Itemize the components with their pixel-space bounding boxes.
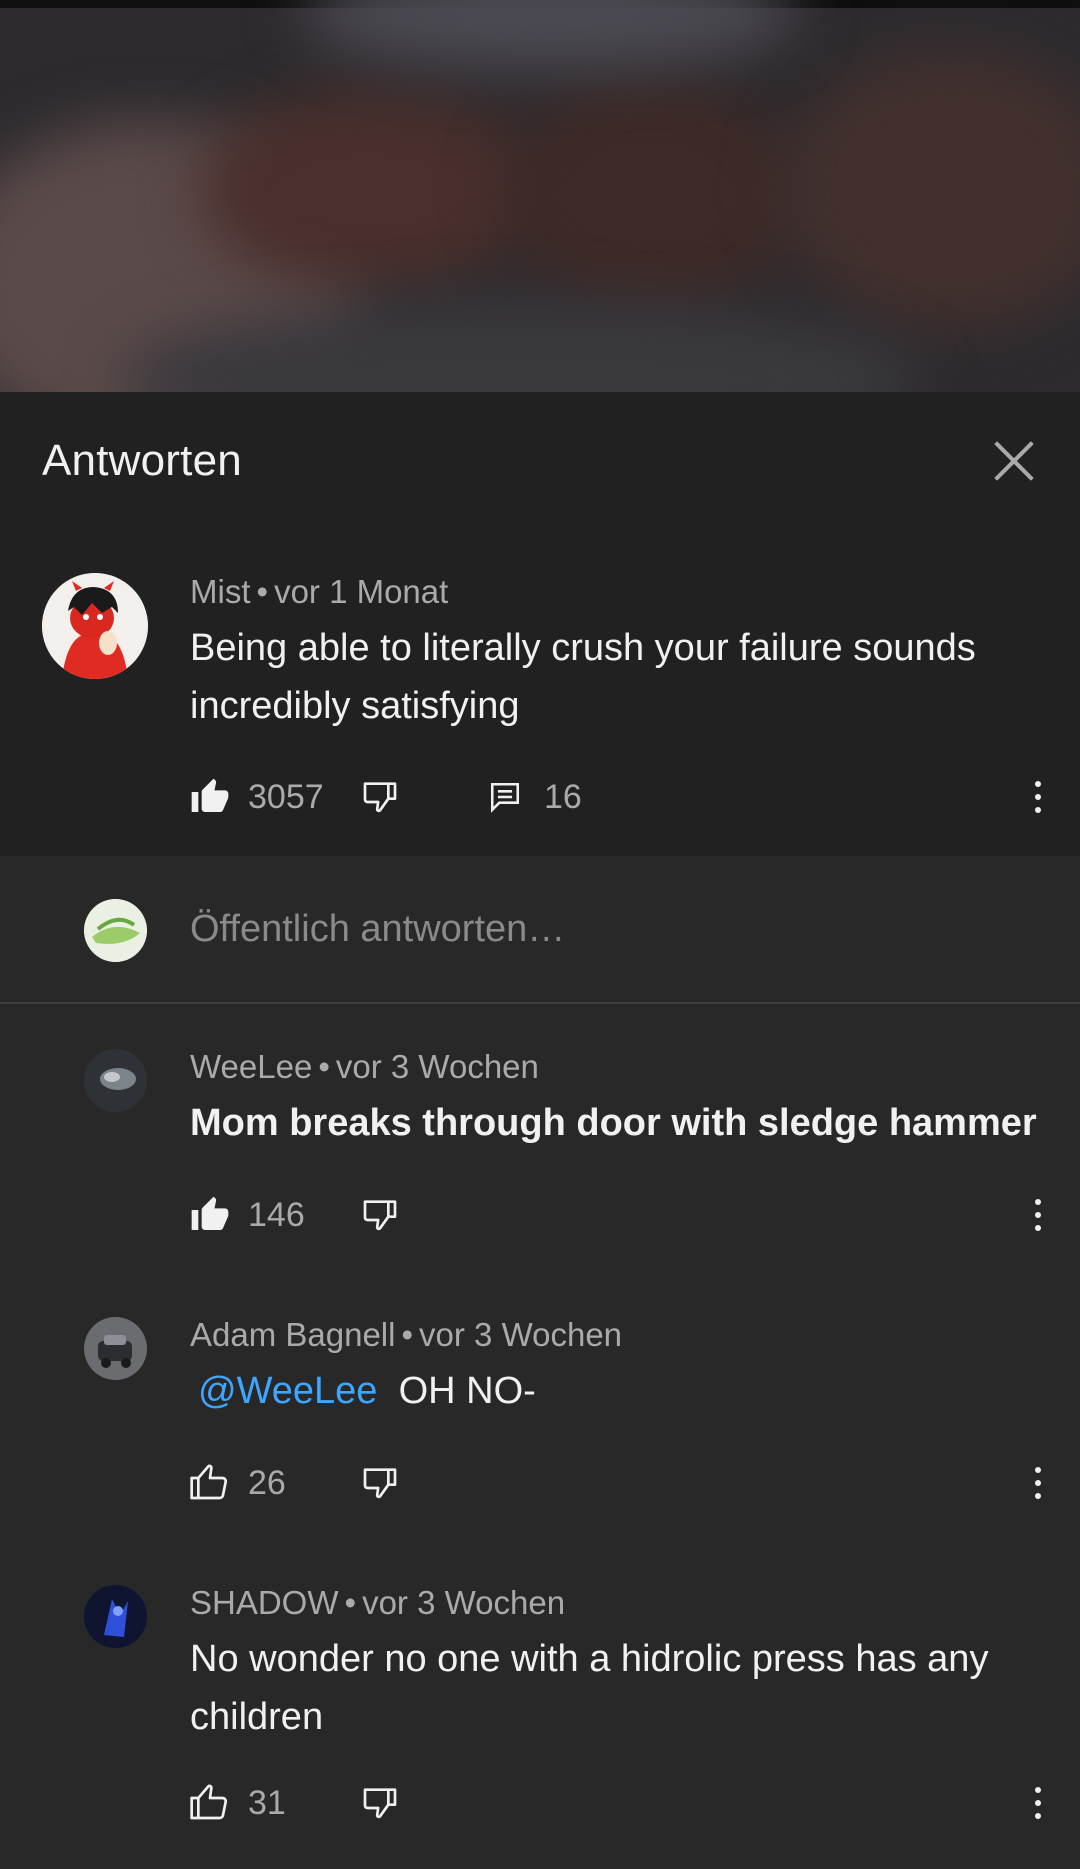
video-blur-shape: [300, 0, 800, 70]
comment-author[interactable]: Mist: [190, 573, 251, 610]
meta-separator: •: [344, 1584, 357, 1621]
thumbs-down-icon[interactable]: [360, 1463, 400, 1503]
avatar-image: [84, 1585, 147, 1648]
video-player[interactable]: [0, 0, 1080, 392]
avatar[interactable]: [84, 1317, 147, 1380]
comment-time[interactable]: vor 3 Wochen: [419, 1316, 622, 1353]
comment-author[interactable]: SHADOW: [190, 1584, 339, 1621]
comment-text-line: No wonder no one with a hidrolic press h…: [190, 1638, 989, 1680]
video-blur-shape: [500, 80, 800, 310]
avatar[interactable]: [84, 1049, 147, 1112]
avatar-image: [84, 1049, 147, 1112]
comment-meta: Adam Bagnell • vor 3 Wochen: [190, 1316, 622, 1354]
thumbs-up-icon[interactable]: [190, 1783, 230, 1823]
comment-text-line: Being able to literally crush your failu…: [190, 627, 976, 669]
close-icon[interactable]: [990, 437, 1038, 485]
video-blur-shape: [780, 50, 1080, 330]
more-vert-icon[interactable]: [1026, 1190, 1050, 1240]
video-blur-shape: [200, 90, 540, 290]
comment-meta: WeeLee • vor 3 Wochen: [190, 1048, 539, 1086]
comment-actions: 31: [190, 1778, 400, 1828]
comment-author[interactable]: WeeLee: [190, 1048, 312, 1085]
reply-count[interactable]: 16: [544, 778, 582, 817]
comment-text: @WeeLee OH NO-: [198, 1362, 1068, 1420]
thumbs-up-icon[interactable]: [190, 1195, 230, 1235]
comment-text-line: incredibly satisfying: [190, 685, 520, 727]
comment-actions: 146: [190, 1190, 400, 1240]
thumbs-down-icon[interactable]: [360, 1783, 400, 1823]
comment-time[interactable]: vor 3 Wochen: [336, 1048, 539, 1085]
parent-comment: Mist • vor 1 Monat Being able to literally…: [0, 529, 1080, 856]
comment-meta: Mist • vor 1 Monat: [190, 573, 448, 611]
comment-text-line: children: [190, 1696, 324, 1738]
meta-separator: •: [401, 1316, 414, 1353]
replies-panel-header: Antworten: [0, 392, 1080, 529]
comment-actions: 26: [190, 1458, 400, 1508]
like-count: 146: [248, 1195, 305, 1234]
avatar[interactable]: [84, 1585, 147, 1648]
comment-meta: SHADOW • vor 3 Wochen: [190, 1584, 565, 1622]
like-count: 3057: [248, 777, 324, 816]
comment-author[interactable]: Adam Bagnell: [190, 1316, 395, 1353]
comment-text: Being able to literally crush your failu…: [190, 619, 1060, 735]
more-vert-icon[interactable]: [1026, 772, 1050, 822]
like-count: 31: [248, 1783, 286, 1822]
reply-input[interactable]: Öffentlich antworten…: [190, 908, 565, 951]
meta-separator: •: [256, 573, 269, 610]
avatar-image: [84, 1317, 147, 1380]
comment-text: Mom breaks through door with sledge hamm…: [190, 1102, 1037, 1144]
reply-input-area: Öffentlich antworten…: [0, 856, 1080, 1004]
comment-actions: 3057 16: [190, 772, 582, 822]
avatar[interactable]: [42, 573, 148, 679]
thumbs-down-icon[interactable]: [360, 777, 400, 817]
comment-text-body: OH NO-: [398, 1370, 536, 1412]
reply-item: Adam Bagnell • vor 3 Wochen @WeeLee OH NO-…: [0, 1272, 1080, 1540]
comment-text: No wonder no one with a hidrolic press h…: [190, 1630, 1060, 1746]
thumbs-up-icon[interactable]: [190, 777, 230, 817]
meta-separator: •: [318, 1048, 330, 1085]
more-vert-icon[interactable]: [1026, 1458, 1050, 1508]
user-avatar-image: [84, 899, 147, 962]
panel-title: Antworten: [42, 435, 242, 485]
thumbs-down-icon[interactable]: [360, 1195, 400, 1235]
like-count: 26: [248, 1463, 286, 1502]
thumbs-up-icon[interactable]: [190, 1463, 230, 1503]
reply-item: WeeLee • vor 3 Wochen Mom breaks through d…: [0, 1004, 1080, 1270]
avatar-image: [42, 573, 148, 679]
more-vert-icon[interactable]: [1026, 1778, 1050, 1828]
comment-time[interactable]: vor 3 Wochen: [362, 1584, 565, 1621]
user-avatar: [84, 899, 147, 962]
comment-icon[interactable]: [488, 780, 522, 814]
reply-item: SHADOW • vor 3 Wochen No wonder no one wit…: [0, 1540, 1080, 1869]
comment-time[interactable]: vor 1 Monat: [274, 573, 448, 610]
mention-link[interactable]: @WeeLee: [198, 1370, 377, 1412]
